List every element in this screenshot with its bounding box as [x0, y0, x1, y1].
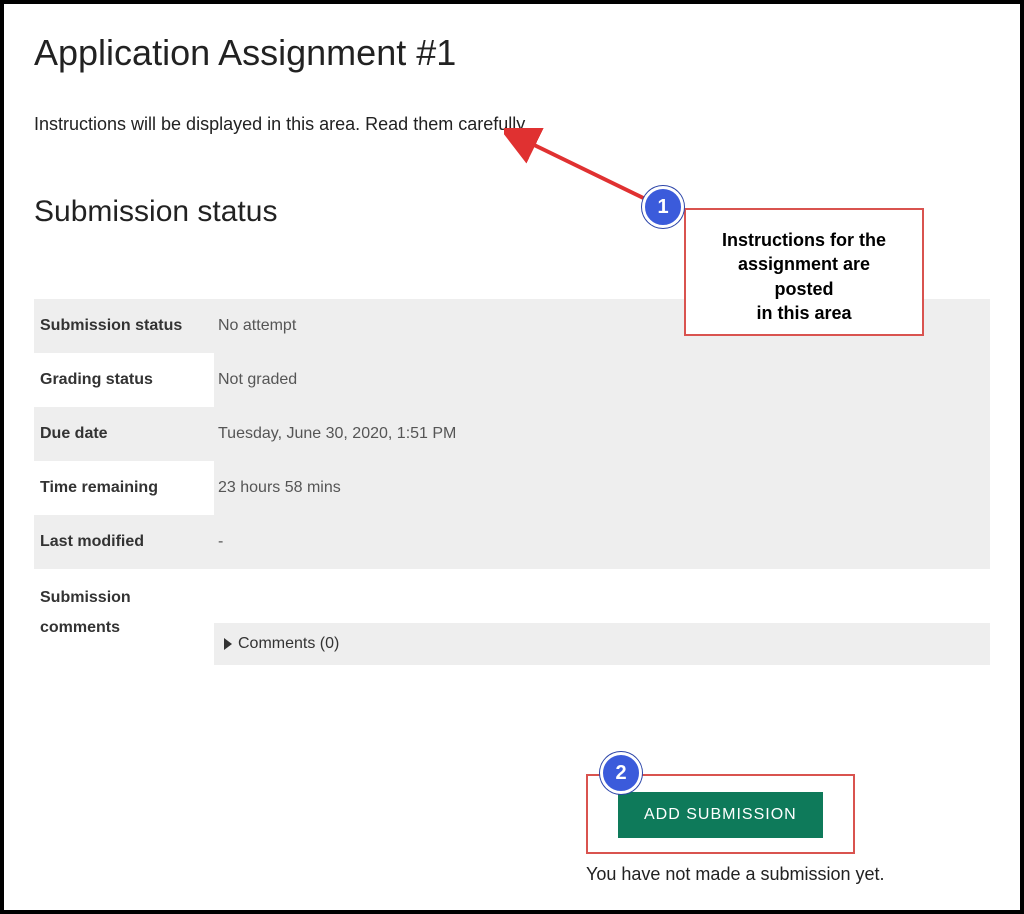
annotation-callout-1-line2: assignment are posted [710, 252, 898, 301]
last-modified-label: Last modified [34, 515, 214, 569]
time-remaining-label: Time remaining [34, 461, 214, 515]
table-row: Grading status Not graded [34, 353, 990, 407]
submission-comments-cell: Comments (0) [214, 569, 990, 665]
submission-comments-label: Submission comments [34, 569, 214, 665]
time-remaining-value: 23 hours 58 mins [214, 461, 990, 515]
table-row: Last modified - [34, 515, 990, 569]
grading-status-value: Not graded [214, 353, 990, 407]
annotation-number-badge-2: 2 [600, 752, 642, 794]
app-frame: Application Assignment #1 Instructions w… [0, 0, 1024, 914]
annotation-number-badge-1: 1 [642, 186, 684, 228]
page-title: Application Assignment #1 [34, 32, 990, 74]
instructions-text: Instructions will be displayed in this a… [34, 114, 990, 135]
submission-hint: You have not made a submission yet. [586, 864, 986, 885]
annotation-callout-1-line1: Instructions for the [710, 228, 898, 252]
annotation-callout-1: Instructions for the assignment are post… [684, 208, 924, 336]
table-row: Submission comments Comments (0) [34, 569, 990, 665]
comments-toggle-label: Comments (0) [238, 635, 339, 653]
table-row: Time remaining 23 hours 58 mins [34, 461, 990, 515]
submission-status-label: Submission status [34, 299, 214, 353]
grading-status-label: Grading status [34, 353, 214, 407]
due-date-value: Tuesday, June 30, 2020, 1:51 PM [214, 407, 990, 461]
add-submission-button[interactable]: ADD SUBMISSION [618, 792, 823, 838]
last-modified-value: - [214, 515, 990, 569]
due-date-label: Due date [34, 407, 214, 461]
annotation-callout-1-line3: in this area [710, 301, 898, 325]
submit-area: ADD SUBMISSION You have not made a submi… [586, 774, 986, 885]
chevron-right-icon [224, 638, 232, 650]
comments-toggle[interactable]: Comments (0) [214, 623, 990, 665]
submission-status-table: Submission status No attempt Grading sta… [34, 299, 990, 665]
table-row: Due date Tuesday, June 30, 2020, 1:51 PM [34, 407, 990, 461]
